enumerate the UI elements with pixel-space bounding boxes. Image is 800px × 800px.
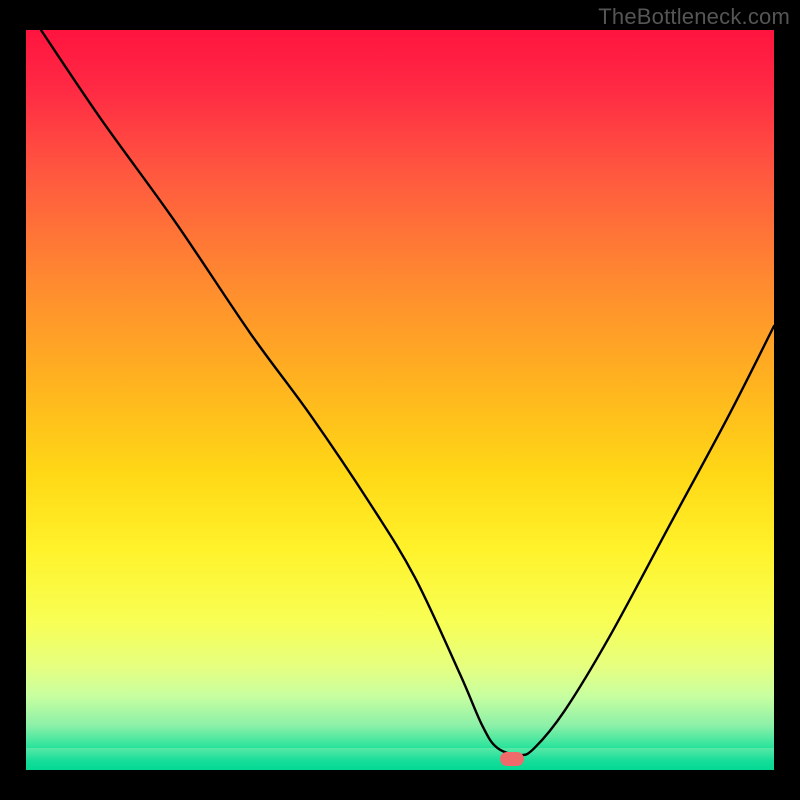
chart-frame: TheBottleneck.com [0, 0, 800, 800]
watermark-text: TheBottleneck.com [598, 4, 790, 30]
bottleneck-curve [26, 30, 774, 770]
optimal-marker [500, 752, 524, 766]
plot-area [26, 30, 774, 770]
